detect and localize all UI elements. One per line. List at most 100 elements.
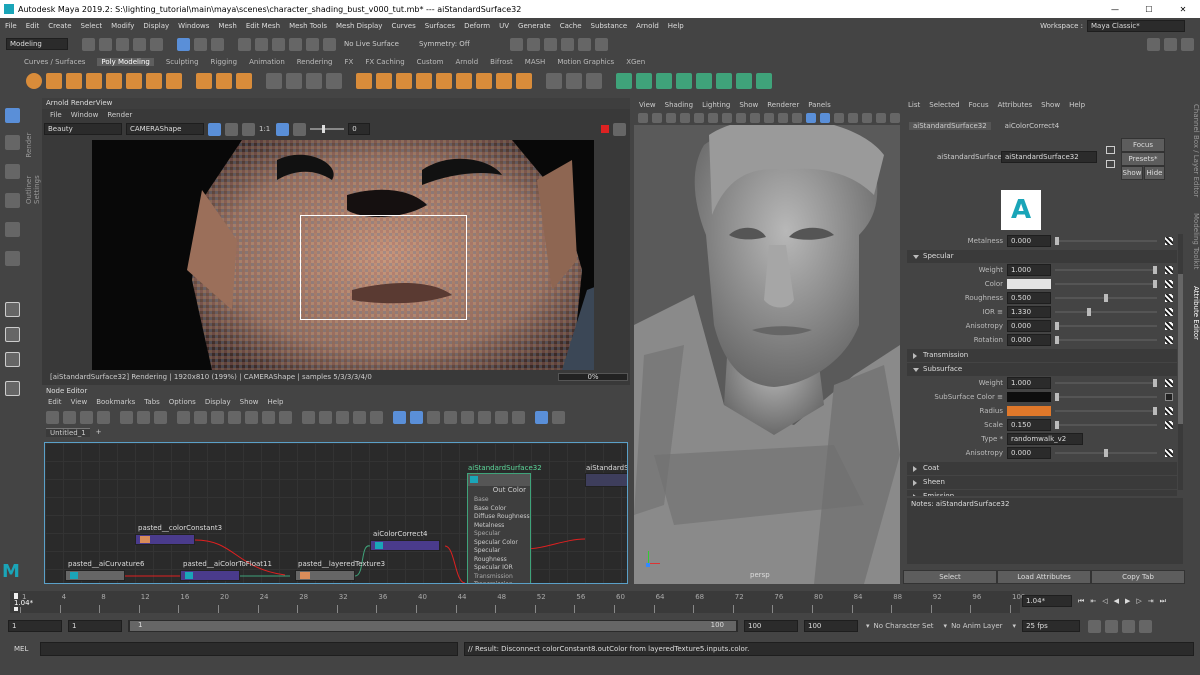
outliner-layout-icon[interactable]: [5, 381, 20, 396]
ae-show-button[interactable]: Show: [1121, 166, 1143, 180]
render-canvas[interactable]: [92, 140, 594, 370]
shader-attr-port[interactable]: Base: [474, 496, 530, 505]
menu-edit[interactable]: Edit: [26, 22, 40, 30]
append-icon[interactable]: [436, 73, 452, 89]
coat-section[interactable]: Coat: [907, 462, 1177, 475]
workspace-dropdown[interactable]: Maya Classic*: [1087, 20, 1185, 32]
step-forward-icon[interactable]: ▷: [1136, 597, 1141, 605]
vp-resolution-icon[interactable]: [722, 113, 732, 123]
cut-uv-icon[interactable]: [716, 73, 732, 89]
planar-map-icon[interactable]: [636, 73, 652, 89]
ne-tab-add[interactable]: +: [96, 428, 102, 436]
step-back-icon[interactable]: ◁: [1102, 597, 1107, 605]
render-frame-icon[interactable]: [526, 37, 540, 51]
sss-anisotropy-field[interactable]: 0.000: [1007, 447, 1051, 459]
vp-film-gate-icon[interactable]: [708, 113, 718, 123]
smooth-icon[interactable]: [306, 73, 322, 89]
ae-hide-button[interactable]: Hide: [1144, 166, 1165, 180]
node-surface-shader[interactable]: aiStandardSurface32 Out Color Base Base C…: [467, 464, 542, 583]
ne-simple-icon[interactable]: [177, 410, 190, 424]
crop-region-icon[interactable]: [225, 122, 238, 136]
lasso-tool-icon[interactable]: [5, 135, 20, 150]
shelf-tab-xgen[interactable]: XGen: [626, 58, 645, 66]
spec-ior-field[interactable]: 1.330: [1007, 306, 1051, 318]
ne-custom-icon[interactable]: [228, 410, 241, 424]
ipr-render-icon[interactable]: [543, 37, 557, 51]
vp-ao-icon[interactable]: [848, 113, 858, 123]
node-curvature[interactable]: pasted__aiCurvature6: [65, 560, 144, 581]
merge-icon[interactable]: [496, 73, 512, 89]
anim-start-field[interactable]: 1: [68, 620, 122, 632]
single-view-icon[interactable]: [5, 302, 20, 317]
auto-map-icon[interactable]: [656, 73, 672, 89]
start-frame-field[interactable]: 1: [8, 620, 62, 632]
shelf-tab-rendering[interactable]: Rendering: [297, 58, 333, 66]
ne-graph-mat-icon[interactable]: [262, 410, 275, 424]
render-view-icon[interactable]: [577, 37, 591, 51]
ne-menu-edit[interactable]: Edit: [48, 398, 62, 406]
rv-menu-window[interactable]: Window: [71, 111, 99, 119]
redo-icon[interactable]: [150, 37, 163, 51]
shader-attr-port[interactable]: Transmission: [474, 573, 530, 582]
ae-load-icon[interactable]: [1106, 146, 1115, 154]
poly-cube-icon[interactable]: [46, 73, 62, 89]
vp-smooth-icon[interactable]: [778, 113, 788, 123]
sew-uv-icon[interactable]: [736, 73, 752, 89]
ne-grid-icon[interactable]: [279, 410, 292, 424]
camera-dropdown[interactable]: CAMERAShape: [126, 123, 204, 135]
vp-menu-panels[interactable]: Panels: [808, 101, 831, 109]
sss-color-swatch[interactable]: [1007, 392, 1051, 402]
vp-bookmark-icon[interactable]: [666, 113, 676, 123]
snap-view-icon[interactable]: [289, 37, 302, 51]
select-hierarchy-icon[interactable]: [177, 37, 190, 51]
spec-anisotropy-map-icon[interactable]: [1165, 322, 1173, 330]
loop-icon[interactable]: [1088, 619, 1102, 633]
play-forward-icon[interactable]: ▶: [1125, 597, 1130, 605]
shader-attr-port[interactable]: Specular Color: [474, 539, 530, 548]
ne-tab-untitled[interactable]: Untitled_1: [46, 427, 90, 437]
undo-icon[interactable]: [133, 37, 146, 51]
exposure-field[interactable]: 0: [348, 123, 371, 135]
quad-draw-icon[interactable]: [586, 73, 602, 89]
time-slider[interactable]: 1 4 8 12 16 20 24 28 32 36 40 44 48 52 56 60 64 68 72 76 80 8…: [10, 591, 1025, 613]
metalness-slider[interactable]: [1055, 237, 1157, 245]
select-tool-icon[interactable]: [5, 108, 20, 123]
spec-ior-map-icon[interactable]: [1165, 308, 1173, 316]
character-set-label[interactable]: No Character Set: [874, 622, 934, 630]
transmission-section[interactable]: Transmission: [907, 349, 1177, 362]
shader-swatch-icon[interactable]: A: [1001, 190, 1041, 230]
boolean-icon[interactable]: [326, 73, 342, 89]
go-start-icon[interactable]: ⏮: [1078, 597, 1084, 606]
ne-full-icon[interactable]: [211, 410, 224, 424]
render-settings-icon[interactable]: [509, 37, 523, 51]
spec-anisotropy-slider[interactable]: [1055, 322, 1157, 330]
vp-menu-lighting[interactable]: Lighting: [702, 101, 730, 109]
attribute-editor-tab[interactable]: Attribute Editor: [1192, 286, 1200, 340]
ne-align-icon[interactable]: [495, 410, 508, 424]
spec-weight-slider[interactable]: [1055, 266, 1157, 274]
uv-editor-icon[interactable]: [616, 73, 632, 89]
vp-menu-renderer[interactable]: Renderer: [767, 101, 799, 109]
vp-aa-icon[interactable]: [862, 113, 872, 123]
step-forward-key-icon[interactable]: ⇥: [1148, 597, 1154, 605]
super-shape-icon[interactable]: [196, 73, 212, 89]
combine-icon[interactable]: [266, 73, 282, 89]
bridge-icon[interactable]: [376, 73, 392, 89]
spec-color-map-icon[interactable]: [1165, 280, 1173, 288]
ne-menu-show[interactable]: Show: [240, 398, 259, 406]
vp-lock-icon[interactable]: [652, 113, 662, 123]
node-color-constant[interactable]: pasted__colorConstant3: [135, 524, 222, 545]
move-tool-icon[interactable]: [5, 193, 20, 208]
ne-hide-icon[interactable]: [370, 410, 383, 424]
ne-menu-help[interactable]: Help: [268, 398, 284, 406]
character-set-icon[interactable]: ▾: [866, 622, 870, 630]
spec-anisotropy-field[interactable]: 0.000: [1007, 320, 1051, 332]
rv-menu-render[interactable]: Render: [107, 111, 132, 119]
menu-substance[interactable]: Substance: [591, 22, 628, 30]
shelf-tab-bifrost[interactable]: Bifrost: [490, 58, 513, 66]
shader-attr-port[interactable]: Specular: [474, 530, 530, 539]
minimize-button[interactable]: —: [1098, 5, 1132, 14]
fill-hole-icon[interactable]: [416, 73, 432, 89]
menu-surfaces[interactable]: Surfaces: [425, 22, 455, 30]
shelf-tab-animation[interactable]: Animation: [249, 58, 285, 66]
